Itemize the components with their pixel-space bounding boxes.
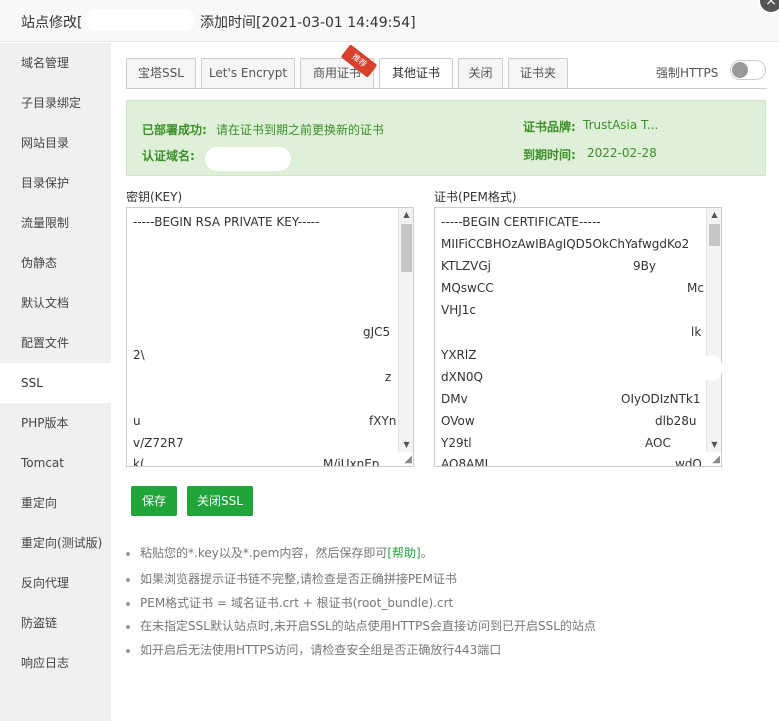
bullet-icon <box>126 624 130 629</box>
cert-line: wdO <box>675 457 702 467</box>
cert-line: 9By <box>633 259 656 273</box>
resize-handle-icon[interactable]: ◢ <box>712 454 720 465</box>
dialog-title: 站点修改[ <box>21 15 83 31</box>
tip-item: PEM格式证书 = 域名证书.crt + 根证书(root_bundle).cr… <box>126 594 453 611</box>
key-line: fXYn <box>369 414 397 428</box>
key-textarea[interactable]: -----BEGIN RSA PRIVATE KEY----- gJC5 2\ … <box>126 207 414 467</box>
tab-divider <box>126 88 767 89</box>
dialog-added-time: 添加时间[2021-03-01 14:49:54] <box>200 15 416 31</box>
redacted-key <box>137 294 399 312</box>
force-https-toggle[interactable] <box>730 60 766 80</box>
force-https-label: 强制HTTPS <box>656 66 719 80</box>
key-line: k( <box>133 457 145 467</box>
brand-value: TrustAsia T... <box>583 118 659 132</box>
tip-item: 如果浏览器提示证书链不完整,请检查是否正确拼接PEM证书 <box>126 570 457 587</box>
toggle-knob <box>732 62 748 78</box>
key-line: M/iUxnEp <box>323 457 380 467</box>
resize-handle-icon[interactable]: ◢ <box>404 454 412 465</box>
scroll-up-icon[interactable]: ▲ <box>399 208 413 222</box>
sidebar-item-rewrite[interactable]: 伪静态 <box>0 243 111 283</box>
bullet-icon <box>126 551 130 556</box>
key-label: 密钥(KEY) <box>126 190 183 204</box>
cert-scrollbar[interactable]: ▲ ▼ <box>706 208 721 452</box>
expire-value: 2022-02-28 <box>587 146 657 160</box>
redacted-key <box>137 254 399 294</box>
redacted-domain <box>205 147 291 171</box>
help-link[interactable]: [帮助] <box>387 546 420 560</box>
bullet-icon <box>126 577 130 582</box>
deployed-text: 请在证书到期之前更换新的证书 <box>216 123 385 137</box>
key-line: gJC5 <box>363 325 391 339</box>
sidebar-item-config[interactable]: 配置文件 <box>0 323 111 363</box>
key-scrollbar[interactable]: ▲ ▼ <box>398 208 413 452</box>
scroll-thumb[interactable] <box>709 224 720 246</box>
redacted-site-name <box>85 9 195 31</box>
site-edit-dialog: 站点修改[ 添加时间[2021-03-01 14:49:54] × 域名管理 子… <box>0 0 779 721</box>
cert-line: dlb28u <box>655 414 697 428</box>
cert-line: AOC <box>645 436 671 450</box>
cert-line: Mc <box>687 281 704 295</box>
cert-line: dXN0Q <box>441 370 483 384</box>
sidebar-item-redirect[interactable]: 重定向 <box>0 483 111 523</box>
scroll-down-icon[interactable]: ▼ <box>399 438 413 452</box>
sidebar-item-default-doc[interactable]: 默认文档 <box>0 283 111 323</box>
scroll-down-icon[interactable]: ▼ <box>707 438 721 452</box>
sidebar-item-tomcat[interactable]: Tomcat <box>0 443 111 483</box>
scroll-up-icon[interactable]: ▲ <box>707 208 721 222</box>
tip-item: 粘贴您的*.key以及*.pem内容，然后保存即可[帮助]。 <box>126 544 433 561</box>
sidebar-item-dir-protect[interactable]: 目录保护 <box>0 163 111 203</box>
tip-item: 在未指定SSL默认站点时,未开启SSL的站点使用HTTPS会直接访问到已开启SS… <box>126 617 596 634</box>
key-line: u <box>133 414 141 428</box>
tab-other-cert[interactable]: 其他证书 <box>379 58 453 89</box>
deployed-label: 已部署成功: <box>142 123 207 137</box>
ssl-status-box: 已部署成功: 请在证书到期之前更换新的证书 认证域名: 证书品牌: TrustA… <box>126 100 766 176</box>
tab-close[interactable]: 关闭 <box>458 58 503 88</box>
sidebar-item-ssl[interactable]: SSL <box>0 363 111 403</box>
bullet-icon <box>126 601 130 606</box>
sidebar-item-php[interactable]: PHP版本 <box>0 403 111 443</box>
bullet-icon <box>126 648 130 653</box>
cert-line: VHJ1c <box>441 303 477 317</box>
cert-line: OIyODIzNTk1 <box>621 392 701 406</box>
tip-item: 如开启后无法使用HTTPS访问，请检查安全组是否正确放行443端口 <box>126 641 501 658</box>
cert-line: Y29tl <box>441 436 472 450</box>
cert-line: -----BEGIN CERTIFICATE----- <box>441 215 601 229</box>
cert-line: MQswCC <box>441 281 494 295</box>
tab-lets-encrypt[interactable]: Let's Encrypt <box>201 58 295 88</box>
brand-label: 证书品牌: <box>523 120 576 134</box>
tab-bt-ssl[interactable]: 宝塔SSL <box>126 58 196 88</box>
redacted-key <box>127 234 399 254</box>
dialog-titlebar: 站点修改[ 添加时间[2021-03-01 14:49:54] <box>0 0 779 42</box>
expire-label: 到期时间: <box>523 148 576 162</box>
sidebar-item-proxy[interactable]: 反向代理 <box>0 563 111 603</box>
sidebar-item-log[interactable]: 响应日志 <box>0 643 111 683</box>
sidebar: 域名管理 子目录绑定 网站目录 目录保护 流量限制 伪静态 默认文档 配置文件 … <box>0 43 111 721</box>
save-button[interactable]: 保存 <box>131 486 177 516</box>
close-ssl-button[interactable]: 关闭SSL <box>187 486 253 516</box>
tab-cert-folder[interactable]: 证书夹 <box>508 58 568 88</box>
key-line: v/Z72R7 <box>133 436 184 450</box>
cert-label: 证书(PEM格式) <box>434 190 517 204</box>
sidebar-item-traffic[interactable]: 流量限制 <box>0 203 111 243</box>
cert-textarea[interactable]: -----BEGIN CERTIFICATE----- MIIFiCCBHOzA… <box>434 207 722 467</box>
sidebar-item-domain[interactable]: 域名管理 <box>0 43 111 83</box>
sidebar-item-subdir[interactable]: 子目录绑定 <box>0 83 111 123</box>
cert-line: MIIFiCCBHOzAwIBAgIQD5OkChYafwgdKo2 <box>441 237 690 251</box>
cert-line: YXRlZ <box>441 348 477 362</box>
key-line: 2\ <box>133 348 145 362</box>
key-line: z <box>385 370 392 384</box>
sidebar-item-hotlink[interactable]: 防盗链 <box>0 603 111 643</box>
redacted-cert <box>700 355 722 381</box>
key-line: -----BEGIN RSA PRIVATE KEY----- <box>133 215 320 229</box>
cert-line: KTLZVGj <box>441 259 492 273</box>
scroll-thumb[interactable] <box>401 224 412 272</box>
cert-line: OVow <box>441 414 475 428</box>
sidebar-item-site-dir[interactable]: 网站目录 <box>0 123 111 163</box>
cert-line: lk <box>691 325 702 339</box>
cert-line: AQ8AMI <box>441 457 489 467</box>
sidebar-item-redirect-beta[interactable]: 重定向(测试版) <box>0 523 111 563</box>
domain-label: 认证域名: <box>142 149 195 163</box>
cert-line: DMv <box>441 392 468 406</box>
